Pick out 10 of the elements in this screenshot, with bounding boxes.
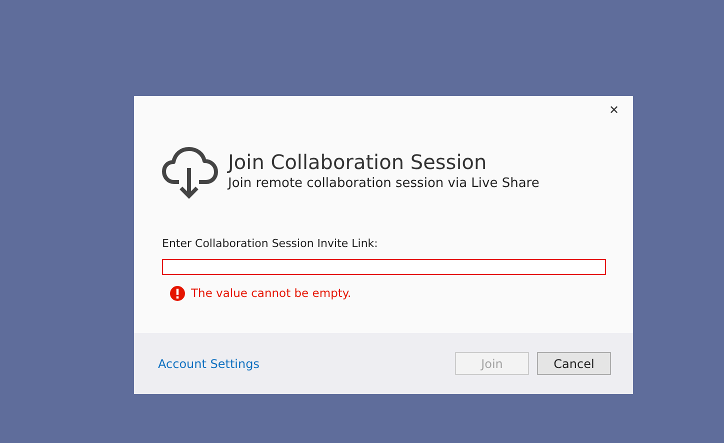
error-icon bbox=[170, 286, 185, 301]
field-label: Enter Collaboration Session Invite Link: bbox=[162, 236, 379, 252]
account-settings-link[interactable]: Account Settings bbox=[158, 354, 260, 372]
cloud-download-icon bbox=[162, 146, 218, 200]
close-button[interactable]: ✕ bbox=[604, 102, 623, 118]
cancel-button[interactable]: Cancel bbox=[537, 352, 611, 375]
dialog-title: Join Collaboration Session bbox=[228, 149, 488, 175]
dialog-subtitle: Join remote collaboration session via Live Share bbox=[228, 175, 540, 193]
error-message: The value cannot be empty. bbox=[191, 284, 352, 302]
invite-link-field[interactable] bbox=[162, 258, 606, 275]
